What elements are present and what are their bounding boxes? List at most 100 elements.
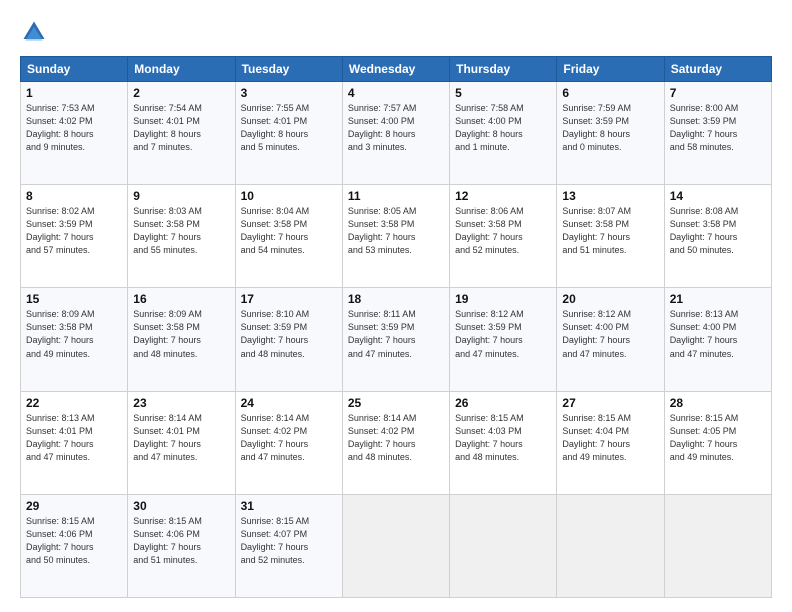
calendar-cell: 12 Sunrise: 8:06 AM Sunset: 3:58 PM Dayli… xyxy=(450,185,557,288)
calendar-cell: 30 Sunrise: 8:15 AM Sunset: 4:06 PM Dayli… xyxy=(128,494,235,597)
day-number: 6 xyxy=(562,86,658,100)
day-info: Sunrise: 8:12 AM Sunset: 3:59 PM Dayligh… xyxy=(455,308,551,360)
day-number: 11 xyxy=(348,189,444,203)
weekday-header-thursday: Thursday xyxy=(450,57,557,82)
day-info: Sunrise: 8:02 AM Sunset: 3:59 PM Dayligh… xyxy=(26,205,122,257)
day-info: Sunrise: 7:59 AM Sunset: 3:59 PM Dayligh… xyxy=(562,102,658,154)
day-info: Sunrise: 8:00 AM Sunset: 3:59 PM Dayligh… xyxy=(670,102,766,154)
day-number: 25 xyxy=(348,396,444,410)
calendar-cell: 28 Sunrise: 8:15 AM Sunset: 4:05 PM Dayli… xyxy=(664,391,771,494)
day-info: Sunrise: 8:08 AM Sunset: 3:58 PM Dayligh… xyxy=(670,205,766,257)
week-row-3: 15 Sunrise: 8:09 AM Sunset: 3:58 PM Dayli… xyxy=(21,288,772,391)
day-number: 22 xyxy=(26,396,122,410)
day-info: Sunrise: 8:07 AM Sunset: 3:58 PM Dayligh… xyxy=(562,205,658,257)
calendar-cell: 19Sunrise: 8:12 AM Sunset: 3:59 PM Dayli… xyxy=(450,288,557,391)
calendar-cell: 31 Sunrise: 8:15 AM Sunset: 4:07 PM Dayli… xyxy=(235,494,342,597)
week-row-1: 1Sunrise: 7:53 AM Sunset: 4:02 PM Daylig… xyxy=(21,82,772,185)
weekday-header-row: SundayMondayTuesdayWednesdayThursdayFrid… xyxy=(21,57,772,82)
day-info: Sunrise: 8:05 AM Sunset: 3:58 PM Dayligh… xyxy=(348,205,444,257)
day-number: 3 xyxy=(241,86,337,100)
day-info: Sunrise: 8:15 AM Sunset: 4:04 PM Dayligh… xyxy=(562,412,658,464)
header xyxy=(20,18,772,46)
calendar-cell xyxy=(557,494,664,597)
logo xyxy=(20,18,52,46)
day-number: 2 xyxy=(133,86,229,100)
day-number: 13 xyxy=(562,189,658,203)
day-info: Sunrise: 8:06 AM Sunset: 3:58 PM Dayligh… xyxy=(455,205,551,257)
calendar-cell: 24 Sunrise: 8:14 AM Sunset: 4:02 PM Dayli… xyxy=(235,391,342,494)
week-row-2: 8Sunrise: 8:02 AM Sunset: 3:59 PM Daylig… xyxy=(21,185,772,288)
day-info: Sunrise: 8:13 AM Sunset: 4:01 PM Dayligh… xyxy=(26,412,122,464)
day-number: 15 xyxy=(26,292,122,306)
day-info: Sunrise: 7:53 AM Sunset: 4:02 PM Dayligh… xyxy=(26,102,122,154)
calendar-cell: 10 Sunrise: 8:04 AM Sunset: 3:58 PM Dayli… xyxy=(235,185,342,288)
calendar-cell: 26 Sunrise: 8:15 AM Sunset: 4:03 PM Dayli… xyxy=(450,391,557,494)
day-number: 26 xyxy=(455,396,551,410)
day-info: Sunrise: 8:15 AM Sunset: 4:07 PM Dayligh… xyxy=(241,515,337,567)
calendar-cell: 4Sunrise: 7:57 AM Sunset: 4:00 PM Daylig… xyxy=(342,82,449,185)
day-number: 20 xyxy=(562,292,658,306)
day-number: 28 xyxy=(670,396,766,410)
day-number: 5 xyxy=(455,86,551,100)
calendar-cell: 18 Sunrise: 8:11 AM Sunset: 3:59 PM Dayli… xyxy=(342,288,449,391)
day-info: Sunrise: 8:14 AM Sunset: 4:02 PM Dayligh… xyxy=(241,412,337,464)
day-number: 9 xyxy=(133,189,229,203)
day-number: 24 xyxy=(241,396,337,410)
calendar-cell: 9Sunrise: 8:03 AM Sunset: 3:58 PM Daylig… xyxy=(128,185,235,288)
calendar-cell: 20 Sunrise: 8:12 AM Sunset: 4:00 PM Dayli… xyxy=(557,288,664,391)
weekday-header-monday: Monday xyxy=(128,57,235,82)
day-info: Sunrise: 7:54 AM Sunset: 4:01 PM Dayligh… xyxy=(133,102,229,154)
day-number: 30 xyxy=(133,499,229,513)
calendar-cell: 2 Sunrise: 7:54 AM Sunset: 4:01 PM Daylig… xyxy=(128,82,235,185)
day-number: 18 xyxy=(348,292,444,306)
logo-icon xyxy=(20,18,48,46)
calendar-cell: 23 Sunrise: 8:14 AM Sunset: 4:01 PM Dayli… xyxy=(128,391,235,494)
day-info: Sunrise: 8:15 AM Sunset: 4:05 PM Dayligh… xyxy=(670,412,766,464)
calendar-cell: 25 Sunrise: 8:14 AM Sunset: 4:02 PM Dayli… xyxy=(342,391,449,494)
weekday-header-sunday: Sunday xyxy=(21,57,128,82)
calendar-cell: 1Sunrise: 7:53 AM Sunset: 4:02 PM Daylig… xyxy=(21,82,128,185)
calendar-cell: 13 Sunrise: 8:07 AM Sunset: 3:58 PM Dayli… xyxy=(557,185,664,288)
calendar-cell xyxy=(450,494,557,597)
weekday-header-wednesday: Wednesday xyxy=(342,57,449,82)
day-info: Sunrise: 7:58 AM Sunset: 4:00 PM Dayligh… xyxy=(455,102,551,154)
week-row-5: 29 Sunrise: 8:15 AM Sunset: 4:06 PM Dayli… xyxy=(21,494,772,597)
calendar-cell: 27 Sunrise: 8:15 AM Sunset: 4:04 PM Dayli… xyxy=(557,391,664,494)
day-number: 27 xyxy=(562,396,658,410)
day-number: 31 xyxy=(241,499,337,513)
day-info: Sunrise: 8:09 AM Sunset: 3:58 PM Dayligh… xyxy=(26,308,122,360)
day-info: Sunrise: 8:12 AM Sunset: 4:00 PM Dayligh… xyxy=(562,308,658,360)
day-number: 10 xyxy=(241,189,337,203)
day-number: 17 xyxy=(241,292,337,306)
calendar-cell xyxy=(342,494,449,597)
day-info: Sunrise: 8:13 AM Sunset: 4:00 PM Dayligh… xyxy=(670,308,766,360)
weekday-header-saturday: Saturday xyxy=(664,57,771,82)
calendar-table: SundayMondayTuesdayWednesdayThursdayFrid… xyxy=(20,56,772,598)
week-row-4: 22 Sunrise: 8:13 AM Sunset: 4:01 PM Dayli… xyxy=(21,391,772,494)
calendar-cell: 14 Sunrise: 8:08 AM Sunset: 3:58 PM Dayli… xyxy=(664,185,771,288)
page: SundayMondayTuesdayWednesdayThursdayFrid… xyxy=(0,0,792,612)
day-info: Sunrise: 8:11 AM Sunset: 3:59 PM Dayligh… xyxy=(348,308,444,360)
day-info: Sunrise: 8:14 AM Sunset: 4:02 PM Dayligh… xyxy=(348,412,444,464)
day-info: Sunrise: 8:10 AM Sunset: 3:59 PM Dayligh… xyxy=(241,308,337,360)
day-number: 29 xyxy=(26,499,122,513)
day-number: 16 xyxy=(133,292,229,306)
calendar-cell: 21 Sunrise: 8:13 AM Sunset: 4:00 PM Dayli… xyxy=(664,288,771,391)
day-info: Sunrise: 8:04 AM Sunset: 3:58 PM Dayligh… xyxy=(241,205,337,257)
day-number: 21 xyxy=(670,292,766,306)
day-number: 12 xyxy=(455,189,551,203)
day-number: 14 xyxy=(670,189,766,203)
calendar-cell xyxy=(664,494,771,597)
day-info: Sunrise: 8:15 AM Sunset: 4:03 PM Dayligh… xyxy=(455,412,551,464)
calendar-cell: 16Sunrise: 8:09 AM Sunset: 3:58 PM Dayli… xyxy=(128,288,235,391)
day-number: 7 xyxy=(670,86,766,100)
calendar-cell: 8Sunrise: 8:02 AM Sunset: 3:59 PM Daylig… xyxy=(21,185,128,288)
day-info: Sunrise: 8:15 AM Sunset: 4:06 PM Dayligh… xyxy=(133,515,229,567)
calendar-cell: 29Sunrise: 8:15 AM Sunset: 4:06 PM Dayli… xyxy=(21,494,128,597)
weekday-header-tuesday: Tuesday xyxy=(235,57,342,82)
day-number: 23 xyxy=(133,396,229,410)
calendar-cell: 15 Sunrise: 8:09 AM Sunset: 3:58 PM Dayli… xyxy=(21,288,128,391)
day-info: Sunrise: 8:14 AM Sunset: 4:01 PM Dayligh… xyxy=(133,412,229,464)
calendar-cell: 6 Sunrise: 7:59 AM Sunset: 3:59 PM Daylig… xyxy=(557,82,664,185)
day-info: Sunrise: 7:57 AM Sunset: 4:00 PM Dayligh… xyxy=(348,102,444,154)
